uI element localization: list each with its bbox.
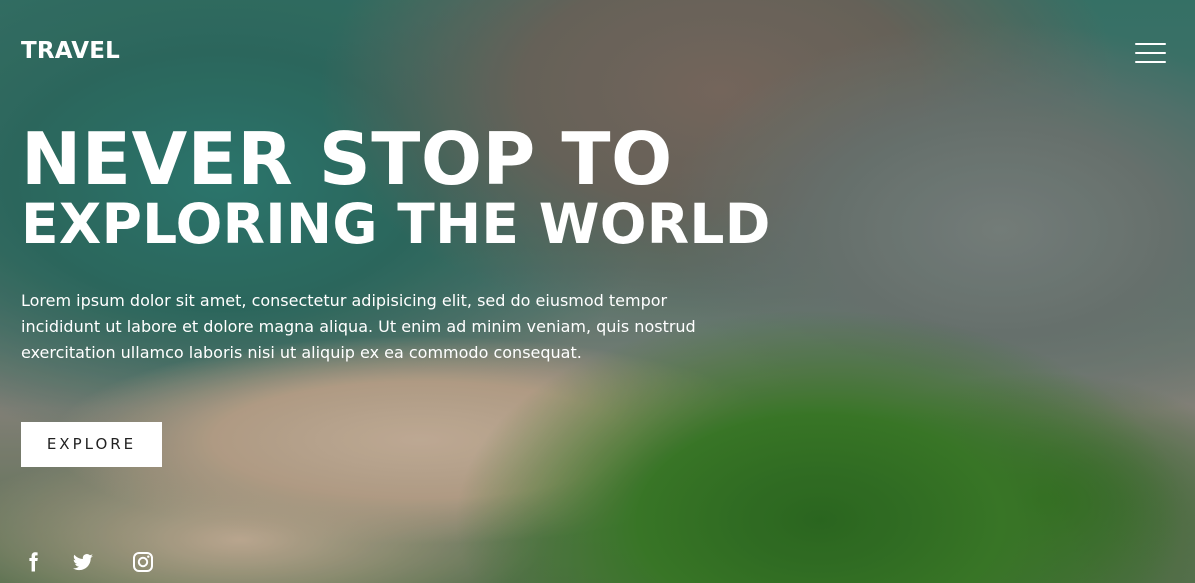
explore-button[interactable]: EXPLORE [21,422,162,467]
hero-description: Lorem ipsum dolor sit amet, consectetur … [21,291,696,362]
twitter-icon-glyph [72,554,93,571]
hero-headline: NEVER STOP TO EXPLORING THE WORLD [21,123,771,252]
twitter-icon[interactable] [71,550,95,574]
menu-bar-bottom [1135,61,1166,63]
instagram-icon-glyph [133,552,153,572]
hamburger-menu-icon[interactable] [1135,43,1166,63]
brand-logo[interactable]: TRAVEL [21,38,120,64]
hero-section: TRAVEL NEVER STOP TO EXPLORING THE WORLD… [0,0,1195,583]
headline-line-1: NEVER STOP TO [21,117,673,201]
facebook-icon[interactable] [21,550,45,574]
instagram-icon[interactable] [131,550,155,574]
menu-bar-top [1135,43,1166,45]
headline-line-2: EXPLORING THE WORLD [21,192,771,256]
facebook-icon-glyph [29,552,38,572]
menu-bar-middle [1135,52,1166,54]
